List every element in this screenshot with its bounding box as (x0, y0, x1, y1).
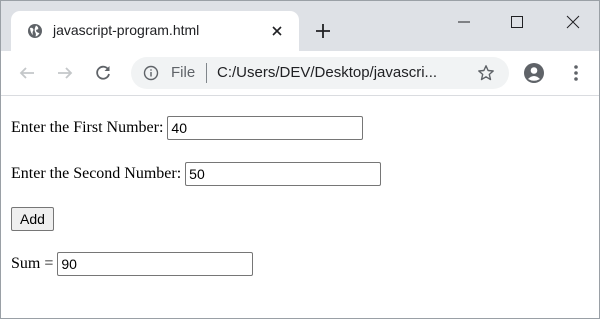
first-number-input[interactable] (167, 116, 364, 140)
kebab-menu-icon[interactable] (566, 63, 586, 83)
star-icon[interactable] (477, 64, 495, 82)
page-content: Enter the First Number: Enter the Second… (1, 96, 599, 318)
info-icon[interactable] (143, 65, 159, 81)
address-separator (206, 63, 207, 83)
first-number-row: Enter the First Number: (11, 116, 364, 140)
sum-input[interactable] (57, 252, 254, 276)
second-number-input[interactable] (185, 162, 382, 186)
tab-title: javascript-program.html (53, 22, 200, 38)
profile-icon[interactable] (523, 62, 545, 84)
browser-toolbar: File C:/Users/DEV/Desktop/javascri... (1, 51, 599, 96)
minimize-icon[interactable] (453, 11, 475, 33)
back-arrow-icon[interactable] (18, 64, 36, 82)
close-icon[interactable] (269, 23, 285, 39)
second-number-row: Enter the Second Number: (11, 162, 382, 186)
tab-strip: javascript-program.html (1, 1, 599, 51)
plus-icon[interactable] (313, 21, 333, 41)
first-number-label: Enter the First Number: (11, 119, 164, 136)
window-close-icon[interactable] (562, 11, 584, 33)
add-row: Add (11, 207, 54, 231)
maximize-icon[interactable] (506, 11, 528, 33)
address-bar[interactable]: File C:/Users/DEV/Desktop/javascri... (131, 57, 509, 89)
address-scheme-label: File (171, 64, 196, 81)
add-button[interactable]: Add (11, 207, 54, 231)
active-tab[interactable]: javascript-program.html (11, 11, 299, 51)
forward-arrow-icon[interactable] (56, 64, 74, 82)
sum-label: Sum = (11, 255, 54, 272)
sum-row: Sum = (11, 252, 254, 276)
globe-icon (28, 24, 42, 38)
second-number-label: Enter the Second Number: (11, 165, 182, 182)
browser-window: javascript-program.html File C:/Users/DE… (0, 0, 600, 319)
address-url[interactable]: C:/Users/DEV/Desktop/javascri... (217, 64, 437, 81)
reload-icon[interactable] (94, 64, 112, 82)
